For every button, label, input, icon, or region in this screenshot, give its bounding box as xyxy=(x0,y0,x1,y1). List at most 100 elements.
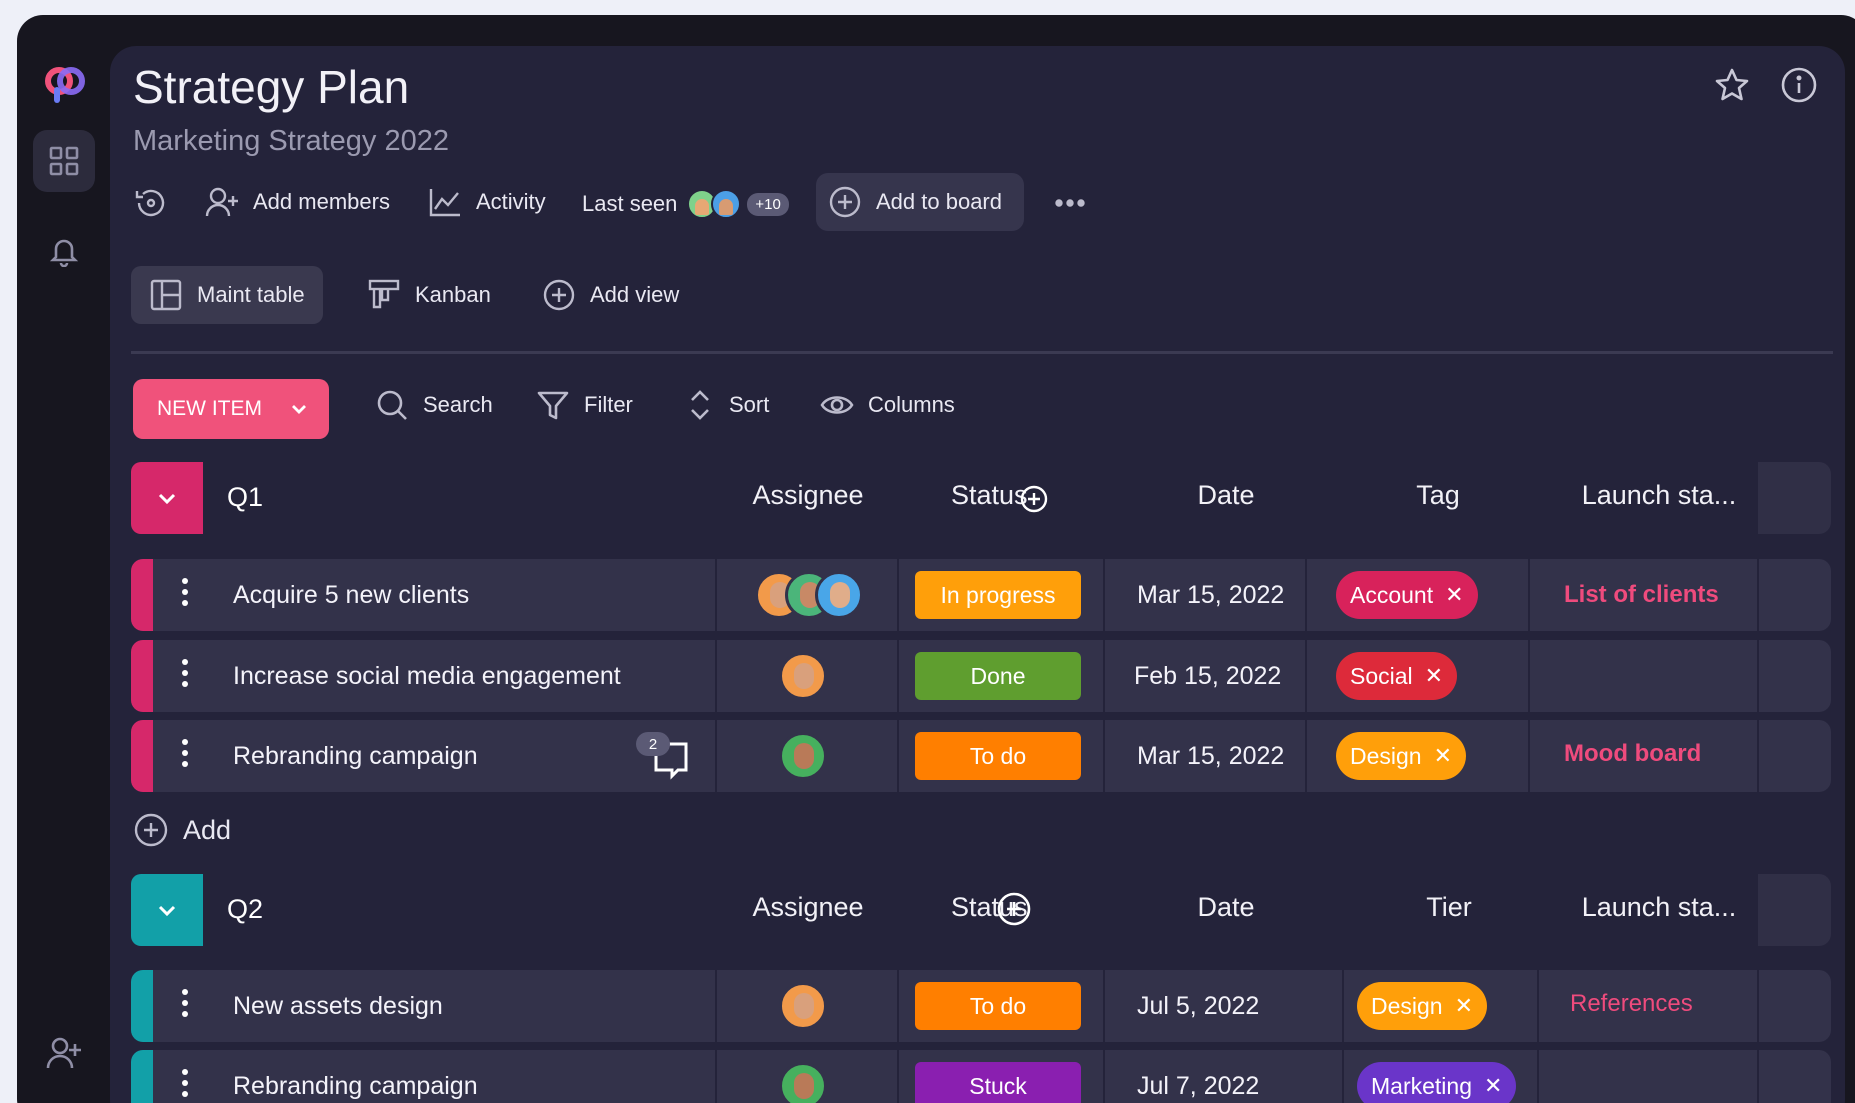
filter-button[interactable]: Filter xyxy=(536,388,633,422)
chevron-down-icon[interactable] xyxy=(289,399,309,419)
plus-circle-icon xyxy=(829,186,861,218)
launch-link[interactable]: References xyxy=(1570,990,1693,1018)
column-header-assignee[interactable]: Assignee xyxy=(744,892,872,923)
cell-divider xyxy=(897,970,899,1042)
row-name[interactable]: Rebranding campaign xyxy=(233,742,478,771)
column-header-tag[interactable]: Tag xyxy=(1373,480,1503,511)
tag-pill[interactable]: Account ✕ xyxy=(1336,571,1478,619)
row-name[interactable]: Acquire 5 new clients xyxy=(233,581,469,610)
cell-divider xyxy=(897,1050,899,1103)
bell-icon[interactable] xyxy=(33,220,95,282)
cell-divider xyxy=(1537,1050,1539,1103)
launch-link[interactable]: List of clients xyxy=(1564,581,1719,609)
chevron-down-icon xyxy=(158,493,176,505)
assignee-avatars[interactable] xyxy=(755,571,863,619)
add-to-board-button[interactable]: Add to board xyxy=(816,173,1024,231)
column-header-date[interactable]: Date xyxy=(1161,892,1291,923)
cell-divider xyxy=(715,559,717,631)
remove-tag-icon[interactable]: ✕ xyxy=(1455,993,1473,1019)
tag-pill[interactable]: Marketing ✕ xyxy=(1357,1062,1517,1103)
divider xyxy=(131,351,1833,354)
last-seen[interactable]: Last seen +10 xyxy=(582,189,789,219)
table-row[interactable]: Rebranding campaign Stuck Jul 7, 2022 Ma… xyxy=(131,1050,1831,1103)
row-menu-icon[interactable] xyxy=(181,988,189,1022)
row-name[interactable]: New assets design xyxy=(233,992,443,1021)
history-icon[interactable] xyxy=(133,185,183,221)
status-badge[interactable]: Done xyxy=(915,652,1081,700)
remove-tag-icon[interactable]: ✕ xyxy=(1484,1073,1502,1099)
assignee-avatars[interactable] xyxy=(779,652,827,700)
comments-button[interactable]: 2 xyxy=(636,732,690,785)
status-badge[interactable]: Stuck xyxy=(915,1062,1081,1103)
activity-button[interactable]: Activity xyxy=(428,186,546,218)
launch-link[interactable]: Mood board xyxy=(1564,740,1701,768)
plus-circle-icon xyxy=(543,279,575,311)
status-badge[interactable]: To do xyxy=(915,982,1081,1030)
column-add-cell[interactable] xyxy=(1758,874,1831,946)
tag-pill[interactable]: Design ✕ xyxy=(1357,982,1488,1030)
row-menu-icon[interactable] xyxy=(181,658,189,692)
dashboard-grid-icon[interactable] xyxy=(33,130,95,192)
table-row[interactable]: Rebranding campaign 2 To do Mar 15, 2022… xyxy=(131,720,1831,792)
status-badge[interactable]: In progress xyxy=(915,571,1081,619)
cell-divider xyxy=(897,640,899,712)
avatar xyxy=(779,1062,827,1103)
row-menu-icon[interactable] xyxy=(181,1068,189,1102)
column-header-status[interactable]: Status xyxy=(951,480,1028,511)
assignee-avatars[interactable] xyxy=(779,982,827,1030)
assignee-avatars[interactable] xyxy=(779,732,827,780)
group-collapse-button[interactable] xyxy=(131,462,203,534)
row-menu-icon[interactable] xyxy=(181,738,189,772)
column-add-cell[interactable] xyxy=(1758,462,1831,534)
info-icon[interactable] xyxy=(1781,67,1817,108)
date-cell[interactable]: Mar 15, 2022 xyxy=(1137,742,1284,771)
tag-pill[interactable]: Design ✕ xyxy=(1336,732,1467,780)
page-title: Strategy Plan xyxy=(133,61,410,113)
tab-maint-table[interactable]: Maint table xyxy=(131,266,323,324)
row-name[interactable]: Increase social media engagement xyxy=(233,662,621,691)
add-item-button[interactable]: Add xyxy=(133,812,231,848)
add-column-icon[interactable] xyxy=(995,890,1033,928)
search-button[interactable]: Search xyxy=(375,388,493,422)
date-cell[interactable]: Mar 15, 2022 xyxy=(1137,581,1284,610)
status-badge[interactable]: To do xyxy=(915,732,1081,780)
more-options-icon[interactable] xyxy=(1053,186,1101,220)
star-icon[interactable] xyxy=(1714,67,1750,108)
new-item-button[interactable]: NEW ITEM xyxy=(133,379,329,439)
group-name[interactable]: Q1 xyxy=(227,482,263,513)
date-cell[interactable]: Jul 5, 2022 xyxy=(1137,992,1259,1021)
add-column-icon[interactable] xyxy=(1019,484,1049,514)
app-logo[interactable] xyxy=(43,63,87,107)
row-name[interactable]: Rebranding campaign xyxy=(233,1072,478,1101)
group-name[interactable]: Q2 xyxy=(227,894,263,925)
assignee-avatars[interactable] xyxy=(779,1062,827,1103)
column-header-tier[interactable]: Tier xyxy=(1384,892,1514,923)
group-collapse-button[interactable] xyxy=(131,874,203,946)
column-header-date[interactable]: Date xyxy=(1161,480,1291,511)
column-header-launch[interactable]: Launch sta... xyxy=(1569,892,1749,923)
remove-tag-icon[interactable]: ✕ xyxy=(1434,743,1452,769)
column-header-assignee[interactable]: Assignee xyxy=(744,480,872,511)
add-user-icon[interactable] xyxy=(33,1022,95,1084)
cell-divider xyxy=(1103,559,1105,631)
remove-tag-icon[interactable]: ✕ xyxy=(1425,663,1443,689)
date-cell[interactable]: Feb 15, 2022 xyxy=(1134,662,1281,691)
tag-pill[interactable]: Social ✕ xyxy=(1336,652,1458,700)
row-color-stripe xyxy=(131,970,153,1042)
tab-kanban[interactable]: Kanban xyxy=(367,266,491,324)
row-menu-icon[interactable] xyxy=(181,577,189,611)
table-row[interactable]: Increase social media engagement Done Fe… xyxy=(131,640,1831,712)
table-row[interactable]: Acquire 5 new clients In progress Mar 15… xyxy=(131,559,1831,631)
help-icon[interactable] xyxy=(33,1093,95,1103)
columns-button[interactable]: Columns xyxy=(820,388,955,422)
cell-divider xyxy=(715,640,717,712)
date-cell[interactable]: Jul 7, 2022 xyxy=(1137,1072,1259,1101)
table-row[interactable]: New assets design To do Jul 5, 2022 Desi… xyxy=(131,970,1831,1042)
add-view-button[interactable]: Add view xyxy=(542,266,679,324)
tag-label: Account xyxy=(1350,581,1434,608)
add-member-icon xyxy=(205,187,238,217)
add-members-button[interactable]: Add members xyxy=(205,186,390,218)
remove-tag-icon[interactable]: ✕ xyxy=(1445,582,1463,608)
sort-button[interactable]: Sort xyxy=(685,388,769,422)
column-header-launch[interactable]: Launch sta... xyxy=(1569,480,1749,511)
